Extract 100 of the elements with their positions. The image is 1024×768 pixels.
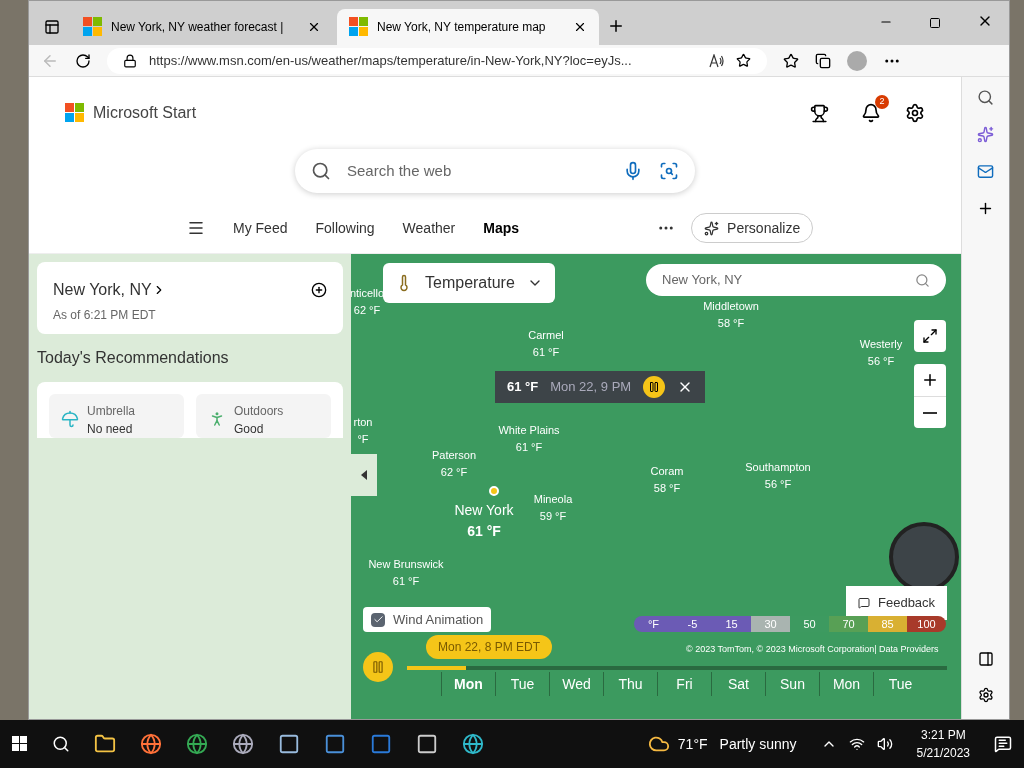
visual-search-icon[interactable] [659,161,679,181]
nav-link[interactable]: Following [315,217,375,239]
timeline-current-time: Mon 22, 8 PM EDT [426,635,553,659]
place-name: Middletown [703,299,759,314]
notifications-icon[interactable] [994,735,1012,753]
place-temperature: 62 °F [353,302,381,318]
pause-button[interactable] [643,376,666,398]
place-temperature: 58 °F [717,315,745,331]
search-icon[interactable] [52,735,70,753]
day-tab[interactable]: Wed [549,672,603,696]
expand-icon [922,328,938,344]
lock-icon [123,53,137,68]
refresh-icon[interactable] [75,52,91,69]
day-tab[interactable]: Sat [711,672,765,696]
place-name: nticello [351,286,385,301]
collections-icon[interactable] [815,52,831,69]
location-title[interactable]: New York, NY [53,278,152,302]
notification-badge: 2 [875,95,889,109]
place-name: Paterson [432,448,476,463]
day-tab[interactable]: Fri [657,672,711,696]
browser-tab[interactable]: New York, NY weather forecast | [71,9,333,45]
nav-link[interactable]: Weather [402,217,456,239]
trophy-icon[interactable] [810,103,829,123]
place-temperature: 61 °F [467,522,501,541]
tile-label: Outdoors [234,403,284,420]
add-icon[interactable] [311,282,327,298]
maximize-icon[interactable] [929,17,941,29]
sidebar-toggle-icon[interactable] [977,651,994,667]
add-icon[interactable] [977,200,994,217]
app-icon[interactable] [416,733,438,755]
place-name: Coram [650,464,684,479]
place-name: Southampton [745,460,811,475]
mail-icon[interactable] [977,163,994,180]
popup-temperature: 61 °F [507,378,539,397]
legend-label: -5 [673,616,712,632]
legend-label: 15 [712,616,751,632]
clock-date: 5/21/2023 [916,745,970,762]
map-search-input[interactable]: New York, NY [662,270,915,290]
place-temperature: °F [357,431,369,447]
collapse-panel-button[interactable] [351,454,377,496]
search-input[interactable]: Search the web [347,159,607,183]
close-icon[interactable] [307,20,321,34]
message-icon [858,597,870,609]
timeline-track[interactable] [407,666,947,670]
favorites-icon[interactable] [783,52,799,69]
caret-left-icon [361,470,367,480]
wind-animation-toggle[interactable]: Wind Animation [363,607,492,632]
place-name: Mineola [533,492,573,507]
tile-label: Umbrella [87,403,135,420]
legend-label: 100 [907,616,946,632]
settings-icon[interactable] [905,103,925,123]
recommendation-tile[interactable]: Outdoors Good [196,394,331,438]
close-icon[interactable] [573,20,587,34]
folder-icon[interactable] [94,733,116,755]
section-title: Today's Recommendations [37,348,230,368]
day-tab[interactable]: Tue [495,672,549,696]
nav-link[interactable]: Maps [483,217,520,239]
new-tab-icon[interactable] [607,17,625,35]
play-pause-button[interactable] [363,652,393,682]
day-tab[interactable]: Tue [873,672,927,696]
read-aloud-icon[interactable] [709,53,724,68]
app-icon[interactable] [278,733,300,755]
place-temperature: 61 °F [392,573,420,589]
place-name: New York [454,501,514,520]
recommendation-tile[interactable]: Umbrella No need [49,394,184,438]
microphone-icon[interactable] [623,161,643,181]
legend-label: 85 [868,616,907,632]
place-temperature: 61 °F [515,439,543,455]
checkbox[interactable] [371,612,385,627]
tile-value: Good [234,421,265,438]
search-icon[interactable] [977,89,994,106]
layer-dropdown[interactable]: Temperature [383,263,555,303]
fullscreen-button[interactable] [914,320,946,352]
day-tab[interactable]: Mon [441,672,495,696]
place-temperature: 61 °F [532,344,560,360]
place-name: Westerly [859,337,903,352]
place-name: White Plains [498,423,560,438]
day-tab[interactable]: Mon [819,672,873,696]
browser-tab[interactable]: New York, NY temperature map [337,9,599,45]
network-icon[interactable] [848,736,865,752]
address-bar[interactable]: https://www.msn.com/en-us/weather/maps/temperature/in-New-York,NY?loc=eyJs... [107,47,767,74]
day-tab[interactable]: Thu [603,672,657,696]
menu-icon[interactable] [187,219,205,237]
minus-icon [923,411,937,414]
updated-time: As of 6:21 PM EDT [53,307,157,324]
taskbar-weather[interactable]: Partly sunny [719,733,797,755]
url-text: https://www.msn.com/en-us/weather/maps/temperature/in-New-York,NY?loc=eyJs... [149,51,633,70]
windows-start-icon[interactable] [12,736,28,752]
pause-icon [648,381,661,393]
sparkle-icon[interactable] [977,126,994,143]
settings-icon[interactable] [977,687,994,703]
nav-link[interactable]: My Feed [233,217,288,239]
app-icon[interactable] [324,733,346,755]
favorite-icon[interactable] [736,53,751,68]
notifications-icon[interactable] [861,103,881,123]
map-search-field[interactable]: New York, NY [646,264,946,296]
search-field[interactable]: Search the web [295,149,695,193]
volume-icon[interactable] [876,736,893,752]
day-tab[interactable]: Sun [765,672,819,696]
taskbar-temperature[interactable]: 71°F [677,733,708,755]
